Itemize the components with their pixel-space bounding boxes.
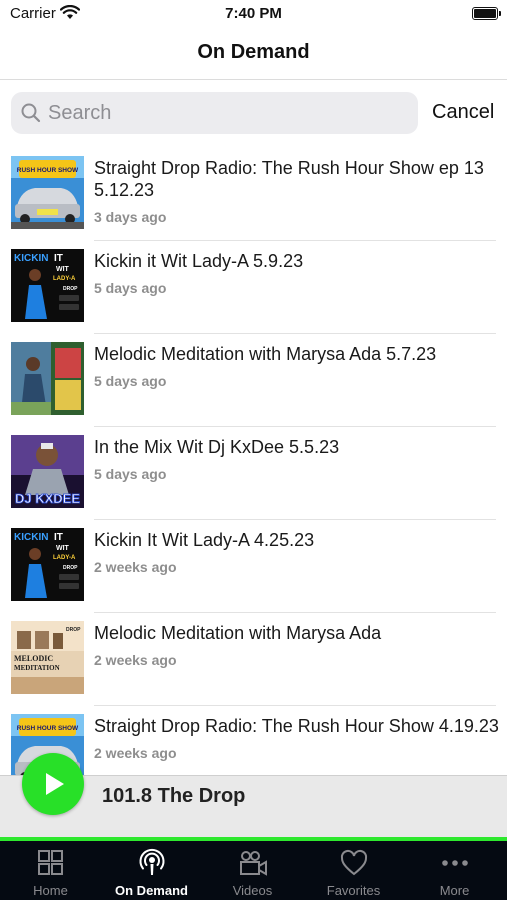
svg-text:LADY-A: LADY-A — [53, 555, 76, 561]
ellipsis-icon — [440, 848, 470, 878]
episode-thumbnail: RUSH HOUR SHOW — [11, 156, 84, 229]
grid-icon — [36, 848, 66, 878]
tab-label: On Demand — [115, 883, 188, 898]
status-bar: Carrier 7:40 PM — [0, 0, 507, 30]
svg-text:KICKIN: KICKIN — [14, 532, 48, 543]
svg-text:DJ KXDEE: DJ KXDEE — [15, 491, 80, 506]
svg-text:KICKIN: KICKIN — [14, 253, 48, 264]
episode-thumbnail: KICKIN IT WIT LADY-A DROP — [11, 249, 84, 322]
tab-on-demand[interactable]: On Demand — [101, 841, 202, 900]
episode-age: 3 days ago — [94, 209, 167, 225]
episode-list[interactable]: RUSH HOUR SHOW Straight Drop Radio: The R… — [0, 148, 507, 775]
heart-icon — [339, 848, 369, 878]
episode-age: 2 weeks ago — [94, 559, 177, 575]
tab-more[interactable]: More — [404, 841, 505, 900]
podcast-icon — [137, 848, 167, 878]
episode-title: Straight Drop Radio: The Rush Hour Show … — [94, 716, 499, 736]
tab-bar: Home On Demand Videos Favorites More — [0, 841, 507, 900]
play-button[interactable] — [22, 753, 84, 815]
tab-label: Favorites — [326, 883, 381, 898]
video-camera-icon — [238, 848, 268, 878]
episode-title: Kickin it Wit Lady-A 5.9.23 — [94, 251, 304, 271]
episode-list-item[interactable]: RUSH HOUR SHOW Straight Drop Radio: The R… — [0, 148, 507, 241]
tab-videos[interactable]: Videos — [202, 841, 303, 900]
search-field[interactable] — [11, 92, 418, 134]
episode-list-item[interactable]: Melodic Meditation with Marysa Ada 5.7.2… — [0, 334, 507, 427]
episode-title: In the Mix Wit Dj KxDee 5.5.23 — [94, 437, 340, 457]
page-title: On Demand — [197, 41, 310, 63]
episode-thumbnail — [11, 342, 84, 415]
episode-age: 5 days ago — [94, 373, 167, 389]
episode-list-item[interactable]: KICKIN IT WIT LADY-A DROP Kickin It Wit Lady-… — [0, 520, 507, 613]
svg-text:LADY-A: LADY-A — [53, 276, 76, 282]
episode-thumbnail: KICKIN IT WIT LADY-A DROP — [11, 528, 84, 601]
episode-list-item[interactable]: DJ KXDEE In the Mix Wit Dj KxDee 5.5.23 5 … — [0, 427, 507, 520]
episode-title: Straight Drop Radio: The Rush Hour Show … — [94, 158, 484, 200]
tab-favorites[interactable]: Favorites — [303, 841, 404, 900]
svg-text:WIT: WIT — [56, 266, 70, 273]
station-name: 101.8 The Drop — [102, 785, 246, 807]
svg-text:DROP: DROP — [66, 627, 81, 633]
svg-text:RUSH HOUR SHOW: RUSH HOUR SHOW — [17, 167, 79, 174]
tab-label: More — [439, 883, 470, 898]
svg-text:RUSH HOUR SHOW: RUSH HOUR SHOW — [17, 725, 79, 732]
tab-label: Home — [33, 883, 68, 898]
search-icon — [21, 103, 41, 128]
svg-text:MELODIC: MELODIC — [14, 654, 53, 663]
svg-text:WIT: WIT — [56, 545, 70, 552]
episode-title: Melodic Meditation with Marysa Ada — [94, 623, 382, 643]
navigation-bar: On Demand — [0, 30, 507, 80]
episode-thumbnail: DROP MELODIC MEDITATION — [11, 621, 84, 694]
status-time: 7:40 PM — [225, 5, 282, 22]
search-input[interactable] — [48, 92, 408, 134]
play-icon — [46, 773, 64, 795]
battery-icon — [472, 7, 501, 20]
episode-thumbnail: DJ KXDEE — [11, 435, 84, 508]
episode-age: 2 weeks ago — [94, 745, 177, 761]
svg-text:DROP: DROP — [63, 286, 78, 292]
episode-age: 5 days ago — [94, 466, 167, 482]
tab-home[interactable]: Home — [0, 841, 101, 900]
episode-title: Kickin It Wit Lady-A 4.25.23 — [94, 530, 315, 550]
svg-text:MEDITATION: MEDITATION — [14, 664, 60, 672]
episode-list-item[interactable]: DROP MELODIC MEDITATION Melodic Meditation … — [0, 613, 507, 706]
svg-text:DROP: DROP — [63, 565, 78, 571]
episode-title: Melodic Meditation with Marysa Ada 5.7.2… — [94, 344, 437, 364]
episode-age: 5 days ago — [94, 280, 167, 296]
episode-list-item[interactable]: KICKIN IT WIT LADY-A DROP Kickin it Wit Lady-… — [0, 241, 507, 334]
tab-label: Videos — [232, 883, 273, 898]
cancel-button[interactable]: Cancel — [432, 101, 494, 124]
svg-text:IT: IT — [54, 532, 63, 543]
episode-age: 2 weeks ago — [94, 652, 177, 668]
svg-text:IT: IT — [54, 253, 63, 264]
